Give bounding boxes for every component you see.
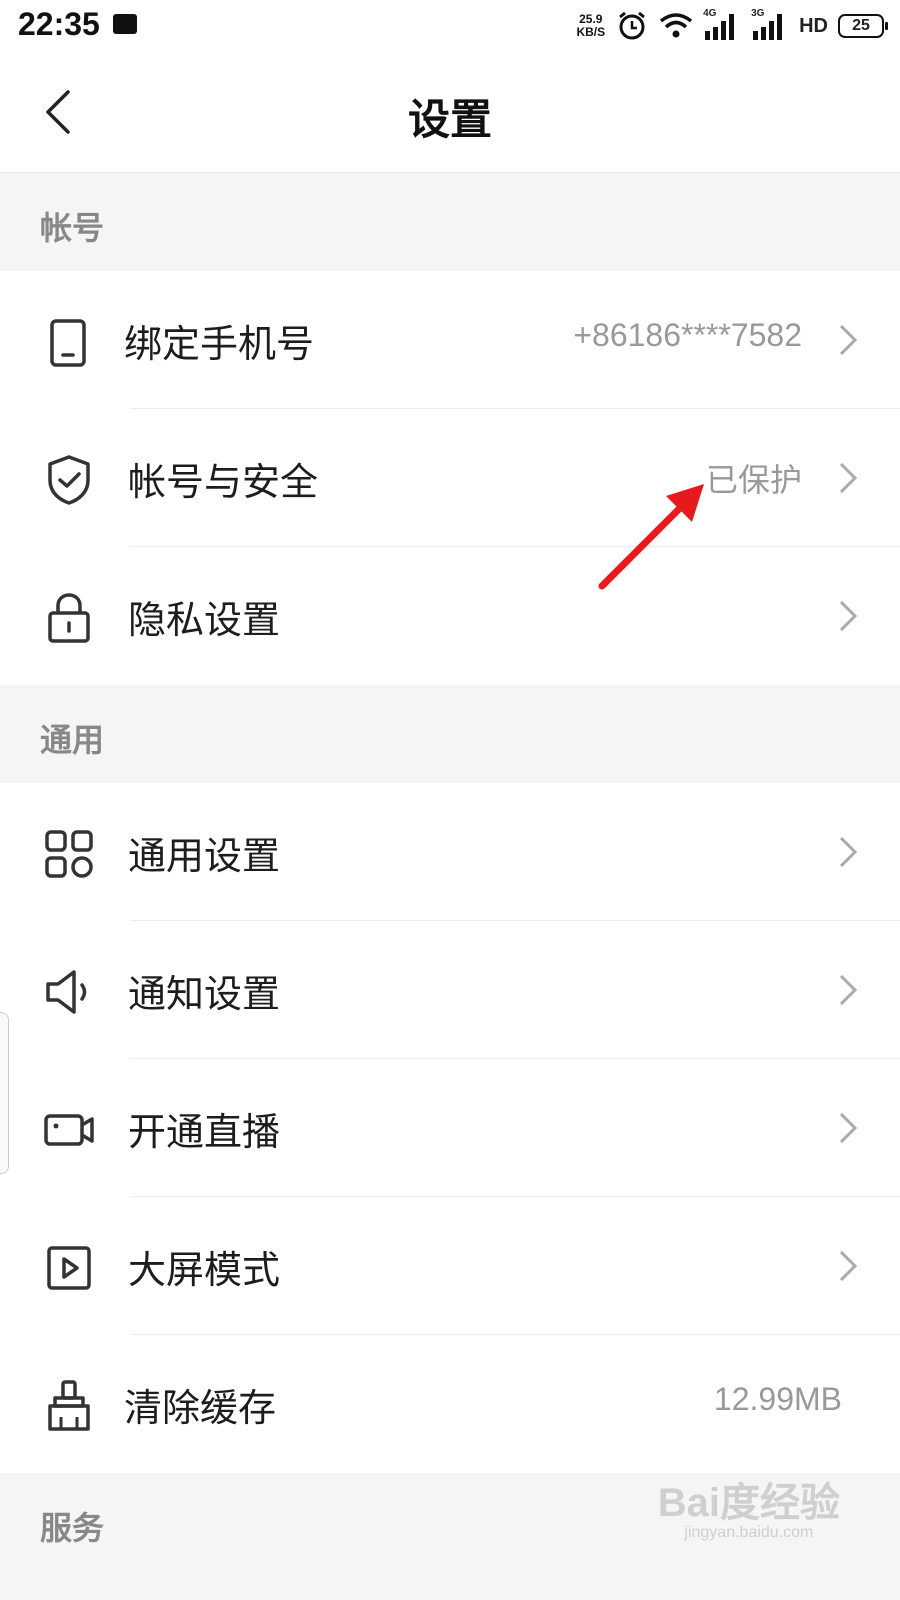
row-label: 通用设置 [128,834,281,878]
row-label: 隐私设置 [128,598,281,642]
alarm-icon [619,11,646,40]
section-header-general: 通用 [0,685,900,783]
annotation-arrow-icon [598,484,704,590]
settings-row-account-security[interactable]: 帐号与安全 已保护 [0,409,900,547]
row-label: 帐号与安全 [128,460,319,504]
status-time: 22:35 [18,6,100,42]
chevron-right-icon [839,600,858,632]
row-label: 开通直播 [128,1110,281,1154]
row-label: 绑定手机号 [124,322,315,366]
security-status-value: 已保护 [705,462,802,498]
baidu-watermark: Bai度经验 jingyan.baidu.com [658,1470,840,1542]
status-bar: 22:35 25.9 KB/S 4G 3G HD 25 [0,0,900,52]
settings-row-bind-phone[interactable]: 绑定手机号 +86186****7582 [0,271,900,409]
grid-icon [45,830,93,878]
chevron-right-icon [839,974,858,1006]
settings-row-live-stream[interactable]: 开通直播 [0,1059,900,1197]
chevron-right-icon [839,1250,858,1282]
app-header: 设置 [0,52,900,173]
status-icons: 25.9 KB/S 4G 3G HD 25 [576,8,888,44]
watermark-url: jingyan.baidu.com [684,1524,814,1541]
phone-icon [50,319,86,367]
camera-icon [44,1114,94,1146]
chevron-right-icon [839,462,858,494]
wifi-icon [660,13,693,38]
settings-row-general-settings[interactable]: 通用设置 [0,783,900,921]
hd-voice-icon: HD [799,14,828,37]
broom-icon [48,1380,90,1431]
signal-3g-icon: 3G [751,8,789,41]
section-title-general: 通用 [40,721,105,759]
chevron-right-icon [839,1112,858,1144]
cache-size-value: 12.99MB [713,1381,842,1417]
section-title-account: 帐号 [40,209,105,247]
battery-level: 25 [852,17,870,34]
settings-row-privacy[interactable]: 隐私设置 [0,547,900,685]
network-speed-unit: KB/S [576,25,606,39]
page-title: 设置 [407,95,492,144]
shield-icon [48,455,90,505]
play-icon [47,1246,91,1290]
section-header-account: 帐号 [0,173,900,271]
watermark-brand: Bai度经验 [657,1481,840,1525]
battery-icon: 25 [838,14,888,38]
row-label: 清除缓存 [124,1386,277,1430]
chevron-right-icon [839,836,858,868]
row-label: 通知设置 [128,972,281,1016]
settings-row-big-screen[interactable]: 大屏模式 [0,1197,900,1335]
settings-row-clear-cache[interactable]: 清除缓存 12.99MB [0,1335,900,1473]
signal-4g-icon: 4G [703,8,741,41]
settings-row-notification[interactable]: 通知设置 [0,921,900,1059]
network-speed: 25.9 KB/S [576,13,605,39]
row-label: 大屏模式 [128,1248,281,1292]
chevron-right-icon [839,324,858,356]
phone-number-value: +86186****7582 [573,317,802,353]
speaker-icon [46,970,87,1014]
lock-icon [48,593,90,643]
edge-swipe-handle[interactable] [0,1012,9,1174]
section-title-service: 服务 [40,1509,105,1547]
gallery-notification-icon [113,14,137,34]
